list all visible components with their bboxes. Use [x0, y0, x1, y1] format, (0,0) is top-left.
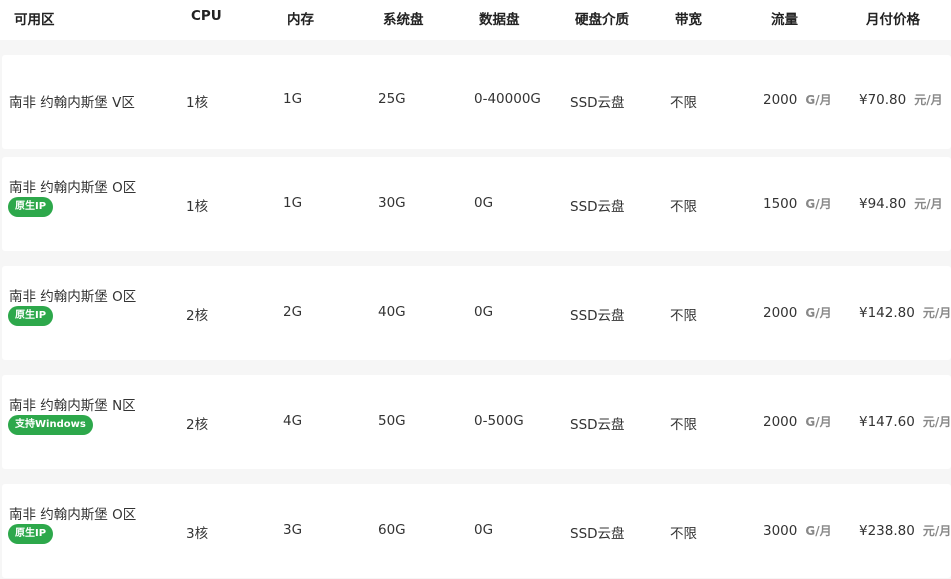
data-disk-cell: 0G	[474, 304, 494, 320]
traffic-value: 2000	[763, 414, 798, 430]
traffic-value: 2000	[763, 92, 798, 108]
header-monthly-price: 月付价格	[866, 12, 920, 28]
price-value: ¥142.80	[859, 305, 915, 321]
bandwidth-cell: 不限	[670, 199, 697, 215]
price-unit: 元/月	[914, 93, 943, 107]
header-zone: 可用区	[14, 12, 55, 28]
zone-cell: 南非 约翰内斯堡 O区	[9, 289, 137, 305]
traffic-cell: 3000 G/月	[763, 522, 832, 539]
traffic-cell: 2000 G/月	[763, 304, 832, 321]
system-disk-cell: 50G	[378, 413, 406, 429]
header-data-disk: 数据盘	[479, 12, 520, 28]
traffic-cell: 2000 G/月	[763, 91, 832, 108]
price-cell: ¥142.80 元/月	[859, 304, 951, 321]
traffic-unit: G/月	[805, 415, 832, 429]
data-disk-cell: 0-500G	[474, 413, 524, 429]
table-row[interactable]: 南非 约翰内斯堡 V区 1核 1G 25G 0-40000G SSD云盘 不限 2000 G/月…	[2, 55, 951, 149]
bandwidth-cell: 不限	[670, 308, 697, 324]
cpu-cell: 1核	[186, 95, 209, 111]
disk-medium-cell: SSD云盘	[570, 308, 625, 324]
table-row[interactable]: 南非 约翰内斯堡 O区 原生IP 2核 2G 40G 0G SSD云盘 不限 2000 G/月 ¥1…	[2, 266, 951, 360]
feature-badge: 原生IP	[8, 197, 54, 217]
table-row[interactable]: 南非 约翰内斯堡 O区 原生IP 1核 1G 30G 0G SSD云盘 不限 1500 G/月 ¥9…	[2, 157, 951, 251]
memory-cell: 1G	[283, 91, 303, 107]
price-cell: ¥147.60 元/月	[859, 413, 951, 430]
cpu-cell: 2核	[186, 308, 209, 324]
price-cell: ¥94.80 元/月	[859, 195, 943, 212]
data-disk-cell: 0G	[474, 522, 494, 538]
bandwidth-cell: 不限	[670, 95, 697, 111]
zone-cell: 南非 约翰内斯堡 O区	[9, 180, 137, 196]
bandwidth-cell: 不限	[670, 417, 697, 433]
memory-cell: 1G	[283, 195, 303, 211]
traffic-cell: 1500 G/月	[763, 195, 832, 212]
memory-cell: 2G	[283, 304, 303, 320]
price-unit: 元/月	[922, 306, 951, 320]
cpu-cell: 1核	[186, 199, 209, 215]
pricing-table: 可用区 CPU 内存 系统盘 数据盘 硬盘介质 带宽 流量 月付价格 南非 约翰…	[0, 0, 951, 579]
system-disk-cell: 25G	[378, 91, 406, 107]
zone-cell: 南非 约翰内斯堡 V区	[9, 95, 135, 111]
header-memory: 内存	[287, 12, 314, 28]
memory-cell: 3G	[283, 522, 303, 538]
bandwidth-cell: 不限	[670, 526, 697, 542]
price-cell: ¥238.80 元/月	[859, 522, 951, 539]
table-row[interactable]: 南非 约翰内斯堡 N区 支持Windows 2核 4G 50G 0-500G SSD云盘 不限…	[2, 375, 951, 469]
price-unit: 元/月	[914, 197, 943, 211]
disk-medium-cell: SSD云盘	[570, 417, 625, 433]
disk-medium-cell: SSD云盘	[570, 95, 625, 111]
zone-cell: 南非 约翰内斯堡 O区	[9, 507, 137, 523]
zone-cell: 南非 约翰内斯堡 N区	[9, 398, 136, 414]
traffic-value: 1500	[763, 196, 798, 212]
traffic-value: 2000	[763, 305, 798, 321]
price-value: ¥238.80	[859, 523, 915, 539]
disk-medium-cell: SSD云盘	[570, 526, 625, 542]
traffic-cell: 2000 G/月	[763, 413, 832, 430]
cpu-cell: 3核	[186, 526, 209, 542]
price-cell: ¥70.80 元/月	[859, 91, 943, 108]
header-system-disk: 系统盘	[383, 12, 424, 28]
price-unit: 元/月	[922, 415, 951, 429]
cpu-cell: 2核	[186, 417, 209, 433]
memory-cell: 4G	[283, 413, 303, 429]
data-disk-cell: 0-40000G	[474, 91, 541, 107]
header-cpu: CPU	[191, 8, 222, 24]
traffic-unit: G/月	[805, 197, 832, 211]
header-bandwidth: 带宽	[675, 12, 702, 28]
price-value: ¥70.80	[859, 92, 907, 108]
system-disk-cell: 40G	[378, 304, 406, 320]
header-disk-medium: 硬盘介质	[575, 12, 629, 28]
system-disk-cell: 30G	[378, 195, 406, 211]
header-traffic: 流量	[771, 12, 798, 28]
traffic-value: 3000	[763, 523, 798, 539]
traffic-unit: G/月	[805, 306, 832, 320]
feature-badge: 原生IP	[8, 306, 54, 326]
traffic-unit: G/月	[805, 93, 832, 107]
table-header: 可用区 CPU 内存 系统盘 数据盘 硬盘介质 带宽 流量 月付价格	[0, 0, 951, 40]
feature-badge: 原生IP	[8, 524, 54, 544]
system-disk-cell: 60G	[378, 522, 406, 538]
price-unit: 元/月	[922, 524, 951, 538]
feature-badge: 支持Windows	[8, 415, 93, 435]
disk-medium-cell: SSD云盘	[570, 199, 625, 215]
price-value: ¥94.80	[859, 196, 907, 212]
price-value: ¥147.60	[859, 414, 915, 430]
table-row[interactable]: 南非 约翰内斯堡 O区 原生IP 3核 3G 60G 0G SSD云盘 不限 3000 G/月 ¥2…	[2, 484, 951, 578]
data-disk-cell: 0G	[474, 195, 494, 211]
traffic-unit: G/月	[805, 524, 832, 538]
